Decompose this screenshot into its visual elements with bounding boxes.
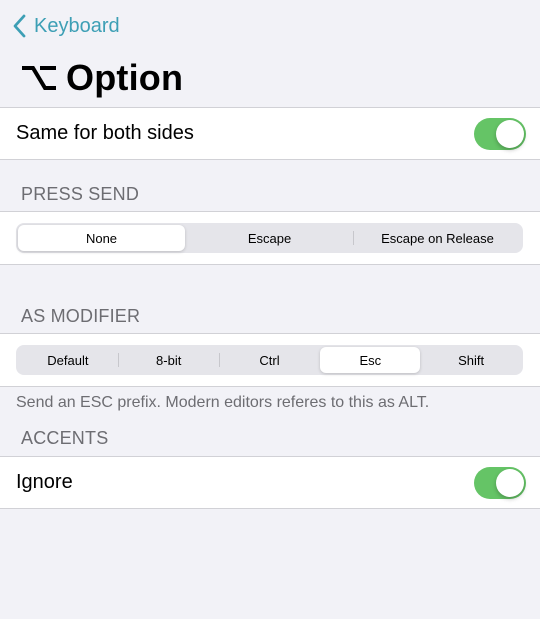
as-modifier-segmented-control: Default 8-bit Ctrl Esc Shift bbox=[16, 345, 523, 375]
same-for-both-sides-label: Same for both sides bbox=[16, 122, 194, 144]
option-key-icon bbox=[22, 63, 58, 93]
accents-header: ACCENTS bbox=[21, 428, 109, 448]
as-modifier-option-shift[interactable]: Shift bbox=[421, 347, 521, 373]
press-send-segmented-control: None Escape Escape on Release bbox=[16, 223, 523, 253]
toggle-knob bbox=[496, 469, 524, 497]
press-send-header: PRESS SEND bbox=[21, 184, 140, 204]
as-modifier-option-esc[interactable]: Esc bbox=[320, 347, 421, 373]
same-for-both-sides-toggle[interactable] bbox=[474, 118, 526, 150]
ignore-row: Ignore bbox=[0, 456, 540, 509]
back-button-label: Keyboard bbox=[34, 14, 120, 37]
back-button[interactable]: Keyboard bbox=[12, 12, 120, 40]
as-modifier-cell: Default 8-bit Ctrl Esc Shift bbox=[0, 333, 540, 387]
page-title: Option bbox=[22, 56, 183, 100]
as-modifier-option-8-bit[interactable]: 8-bit bbox=[119, 347, 219, 373]
press-send-option-none[interactable]: None bbox=[18, 225, 185, 251]
as-modifier-footer: Send an ESC prefix. Modern editors refer… bbox=[16, 394, 430, 411]
as-modifier-header: AS MODIFIER bbox=[21, 306, 141, 326]
toggle-knob bbox=[496, 120, 524, 148]
ignore-toggle[interactable] bbox=[474, 467, 526, 499]
same-for-both-sides-row: Same for both sides bbox=[0, 107, 540, 160]
press-send-cell: None Escape Escape on Release bbox=[0, 211, 540, 265]
ignore-label: Ignore bbox=[16, 471, 73, 493]
chevron-left-icon bbox=[12, 13, 28, 39]
press-send-option-escape[interactable]: Escape bbox=[186, 225, 353, 251]
press-send-option-escape-on-release[interactable]: Escape on Release bbox=[354, 225, 521, 251]
page-title-text: Option bbox=[66, 57, 184, 98]
as-modifier-option-default[interactable]: Default bbox=[18, 347, 118, 373]
as-modifier-option-ctrl[interactable]: Ctrl bbox=[220, 347, 320, 373]
